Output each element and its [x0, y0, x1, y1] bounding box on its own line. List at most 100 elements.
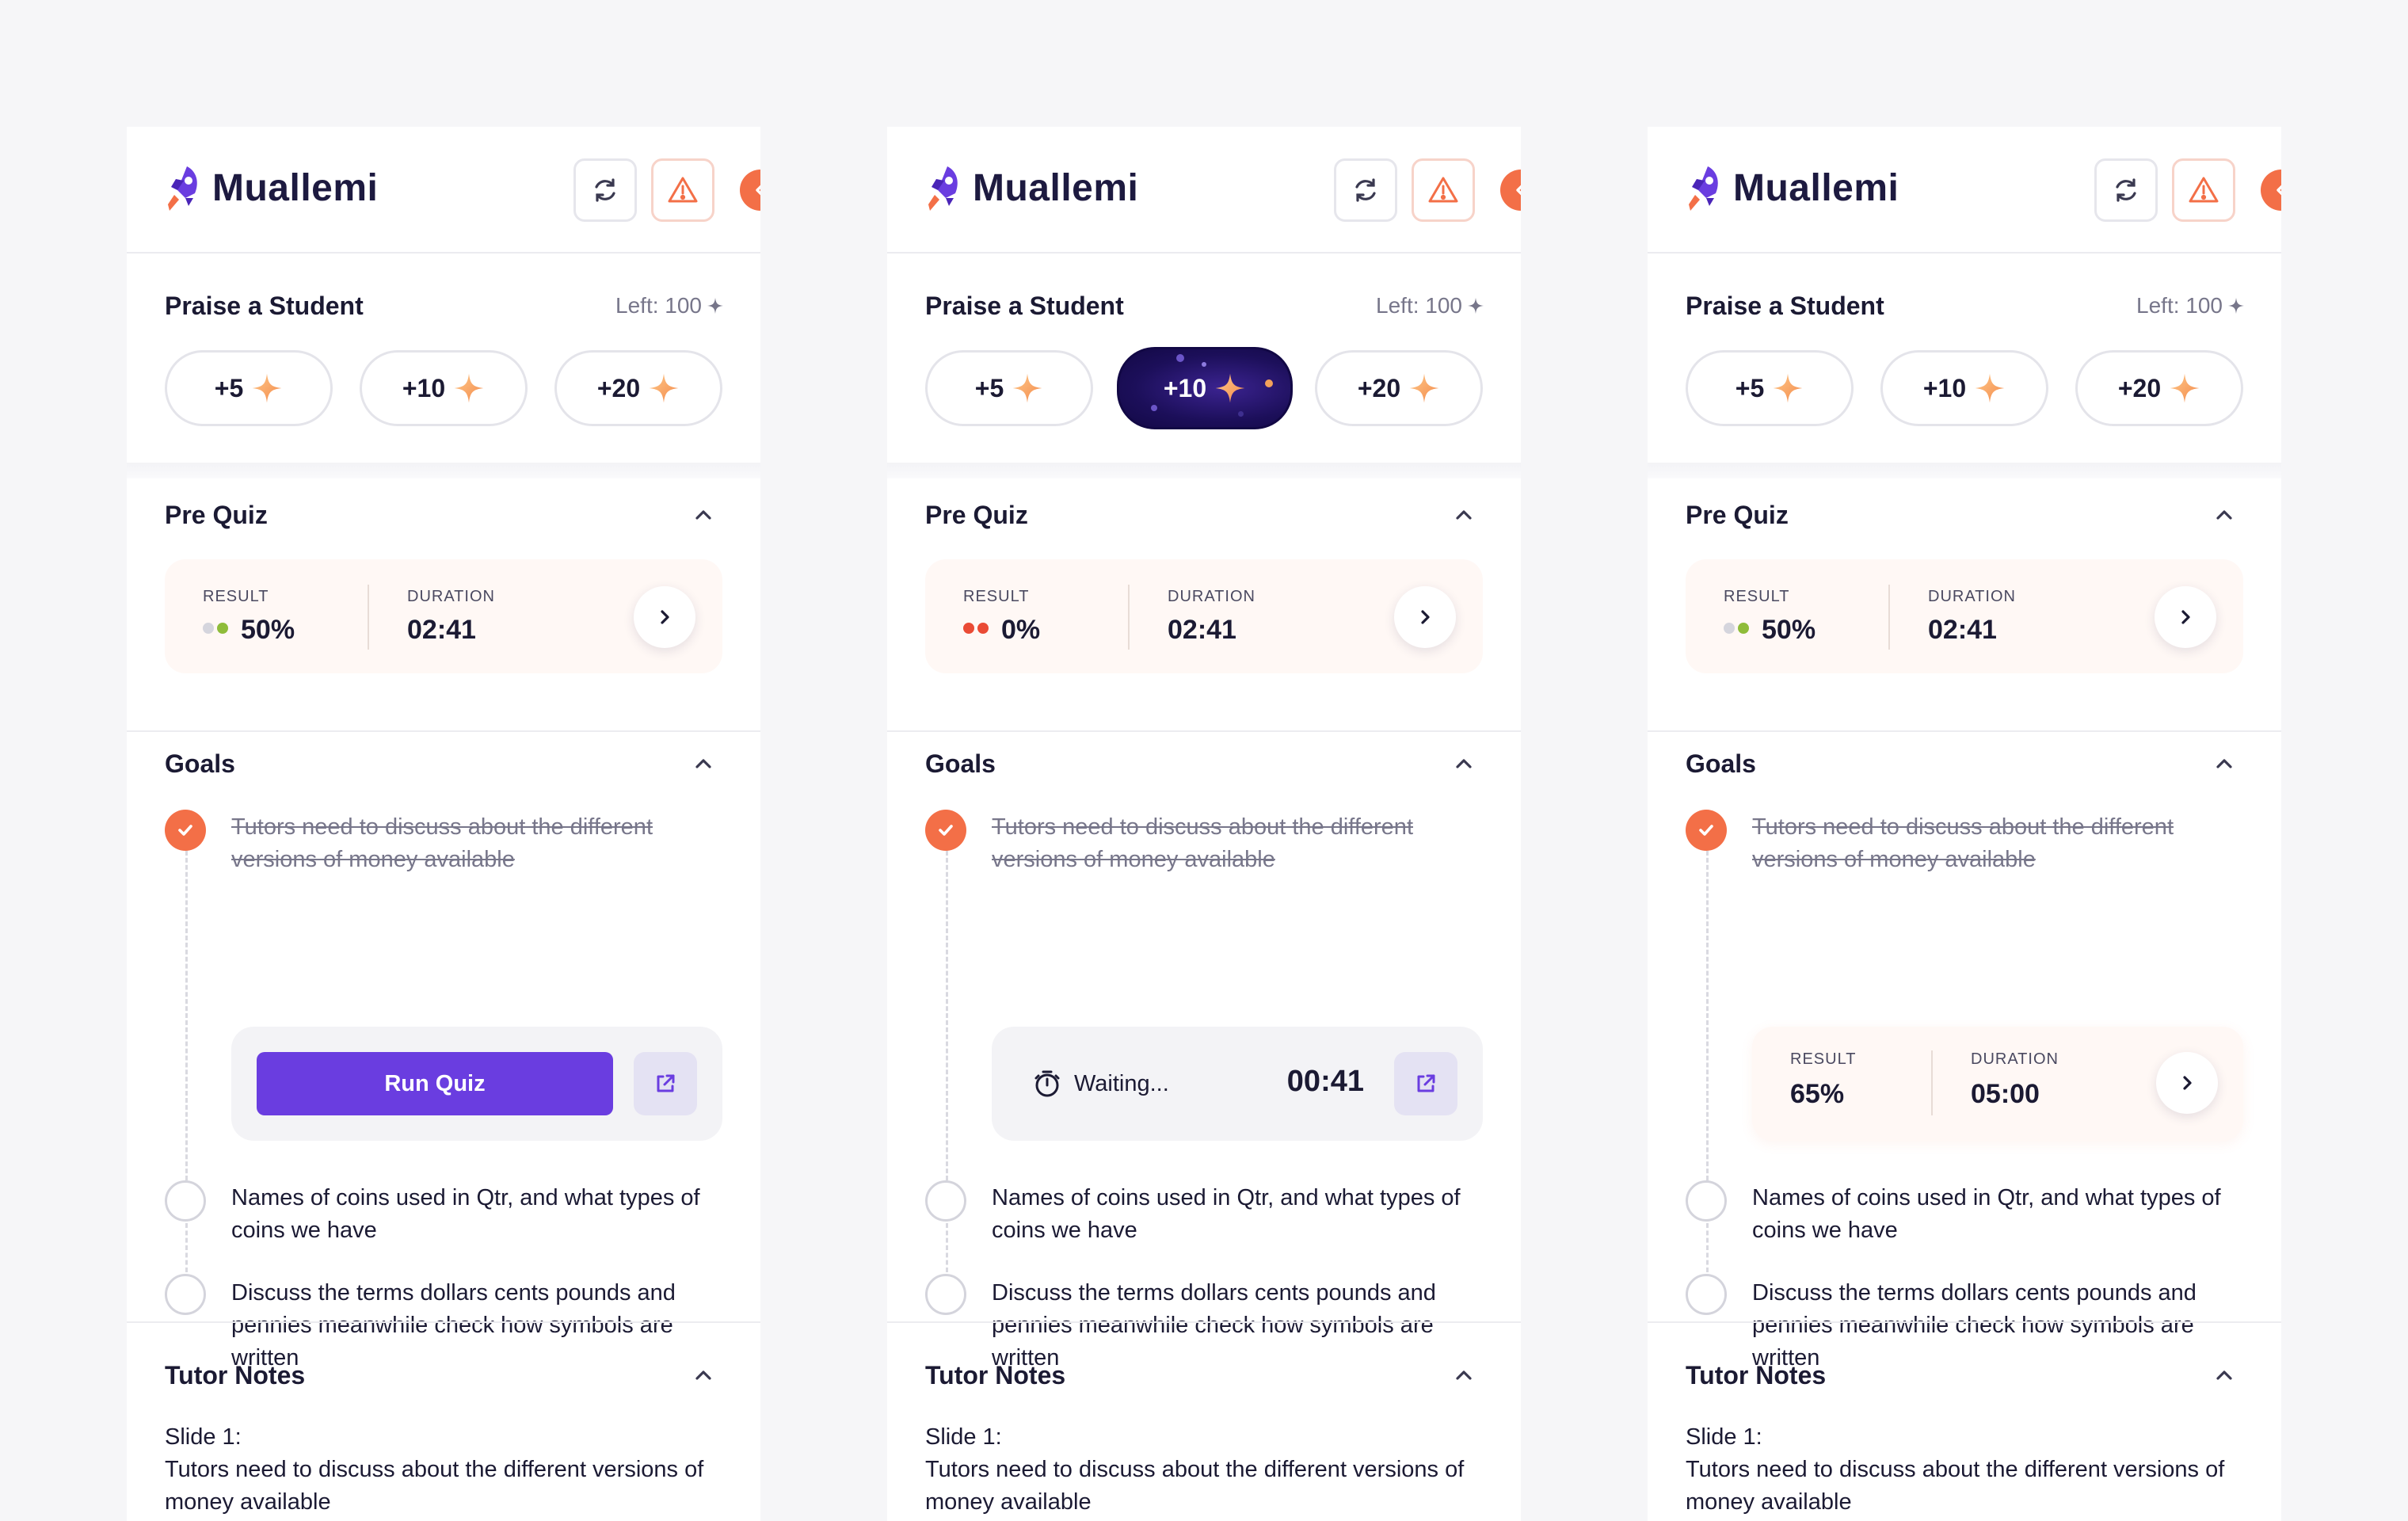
collapse-panel-button[interactable]: [740, 170, 760, 211]
goal-text: Names of coins used in Qtr, and what typ…: [231, 1185, 700, 1243]
duration-value: 02:41: [1928, 615, 1997, 645]
rocket-logo-icon: [1689, 166, 1718, 211]
praise-left-text: Left: 100: [1376, 293, 1462, 318]
goal-text: Discuss the terms dollars cents pounds a…: [1752, 1280, 2197, 1370]
prequiz-details-button[interactable]: [2155, 586, 2216, 648]
goal-checkbox[interactable]: [165, 1180, 206, 1222]
praise-plus-20-button[interactable]: +20: [1315, 350, 1483, 426]
goal-timeline: [185, 851, 188, 1180]
divider: [1888, 585, 1890, 650]
confetti-dot: [1265, 379, 1273, 387]
sparkle-icon: [454, 373, 484, 403]
chevron-left-icon: [2277, 185, 2281, 196]
check-icon: [178, 825, 192, 836]
result-dot: [963, 623, 974, 634]
goal-result-details-button[interactable]: [2156, 1052, 2218, 1114]
praise-amount: +20: [596, 373, 641, 402]
praise-left-count: Left: 100: [2136, 293, 2245, 318]
tutor-panel: Muallemi Praise a Student Left: 100 +5 +…: [127, 127, 760, 1521]
sync-button[interactable]: [1334, 158, 1397, 222]
chevron-up-icon[interactable]: [1448, 1359, 1480, 1391]
goal-complete-checkbox[interactable]: [1686, 810, 1727, 851]
section-divider: [127, 730, 760, 732]
prequiz-details-button[interactable]: [634, 586, 695, 648]
sparkle-icon: [649, 373, 679, 403]
chevron-up-icon[interactable]: [1448, 499, 1480, 531]
goal-checkbox[interactable]: [1686, 1274, 1727, 1315]
goal-timeline: [946, 1223, 948, 1272]
divider: [1931, 1050, 1933, 1115]
goal-checkbox[interactable]: [925, 1180, 966, 1222]
sparkle-icon: [707, 297, 724, 314]
goal-checkbox[interactable]: [1686, 1180, 1727, 1222]
praise-amount: +5: [1735, 373, 1765, 402]
report-issue-button[interactable]: [2172, 158, 2235, 222]
praise-plus-5-button[interactable]: +5: [165, 350, 333, 426]
praise-plus-5-button[interactable]: +5: [925, 350, 1093, 426]
result-dots: [203, 623, 228, 634]
goal-text: Tutors need to discuss about the differe…: [231, 814, 653, 872]
goal-checkbox[interactable]: [925, 1274, 966, 1315]
praise-plus-20-button[interactable]: +20: [2075, 350, 2243, 426]
goal-text: Discuss the terms dollars cents pounds a…: [992, 1280, 1436, 1370]
result-dot: [1724, 623, 1735, 634]
result-label: RESULT: [1724, 588, 1790, 605]
chevron-up-icon[interactable]: [688, 748, 719, 780]
chevron-right-icon: [2183, 1076, 2192, 1090]
tutor-notes-body: Slide 1: Tutors need to discuss about th…: [165, 1421, 735, 1521]
sparkle-icon: [1773, 373, 1803, 403]
report-issue-button[interactable]: [651, 158, 714, 222]
sync-button[interactable]: [573, 158, 637, 222]
praise-plus-10-button[interactable]: +10: [1880, 350, 2048, 426]
open-external-button[interactable]: [1394, 1052, 1457, 1115]
sync-button[interactable]: [2094, 158, 2158, 222]
chevron-up-icon[interactable]: [1448, 748, 1480, 780]
praise-plus-10-button[interactable]: +10: [1117, 347, 1293, 429]
chevron-up-icon[interactable]: [2208, 1359, 2240, 1391]
goal-complete-checkbox[interactable]: [165, 810, 206, 851]
external-link-icon: [1417, 1074, 1435, 1092]
praise-amount: +10: [1163, 373, 1207, 402]
notes-line: Slide 1:: [1686, 1424, 1762, 1450]
run-quiz-button[interactable]: Run Quiz: [257, 1052, 613, 1115]
sparkle-icon: [1012, 373, 1042, 403]
collapse-panel-button[interactable]: [2261, 170, 2281, 211]
chevron-up-icon[interactable]: [688, 499, 719, 531]
praise-amount: +10: [402, 373, 446, 402]
praise-plus-20-button[interactable]: +20: [554, 350, 722, 426]
external-link-icon: [657, 1074, 675, 1092]
prequiz-result-card: RESULT 50% DURATION 02:41: [1686, 559, 2243, 673]
notes-line: Tutors need to discuss about the differe…: [925, 1457, 1465, 1515]
notes-line: Slide 1:: [165, 1424, 242, 1450]
section-divider: [127, 1321, 760, 1323]
goal-checkbox[interactable]: [165, 1274, 206, 1315]
chevron-left-icon: [1516, 185, 1521, 196]
report-issue-button[interactable]: [1412, 158, 1475, 222]
check-icon: [939, 825, 953, 836]
goals-title: Goals: [165, 749, 235, 778]
sync-icon: [1355, 178, 1376, 202]
brand-name: Muallemi: [973, 167, 1139, 209]
warning-icon: [1428, 177, 1458, 203]
praise-left-count: Left: 100: [615, 293, 724, 318]
result-label: RESULT: [203, 588, 269, 605]
sparkle-icon: [2227, 297, 2245, 314]
prequiz-details-button[interactable]: [1394, 586, 1456, 648]
duration-label: DURATION: [1168, 588, 1255, 605]
chevron-up-icon[interactable]: [688, 1359, 719, 1391]
notes-line: Slide 1:: [925, 1424, 1002, 1450]
result-value: 0%: [1001, 615, 1041, 645]
praise-plus-5-button[interactable]: +5: [1686, 350, 1854, 426]
result-dot: [977, 623, 989, 634]
warning-icon: [2189, 177, 2219, 203]
collapse-panel-button[interactable]: [1500, 170, 1521, 211]
prequiz-result-card: RESULT 0% DURATION 02:41: [925, 559, 1483, 673]
praise-plus-10-button[interactable]: +10: [360, 350, 528, 426]
open-external-button[interactable]: [634, 1052, 697, 1115]
goal-complete-checkbox[interactable]: [925, 810, 966, 851]
prequiz-title: Pre Quiz: [925, 501, 1028, 529]
chevron-up-icon[interactable]: [2208, 748, 2240, 780]
section-divider: [887, 463, 1521, 478]
waiting-timer: 00:41: [1286, 1065, 1364, 1098]
chevron-up-icon[interactable]: [2208, 499, 2240, 531]
